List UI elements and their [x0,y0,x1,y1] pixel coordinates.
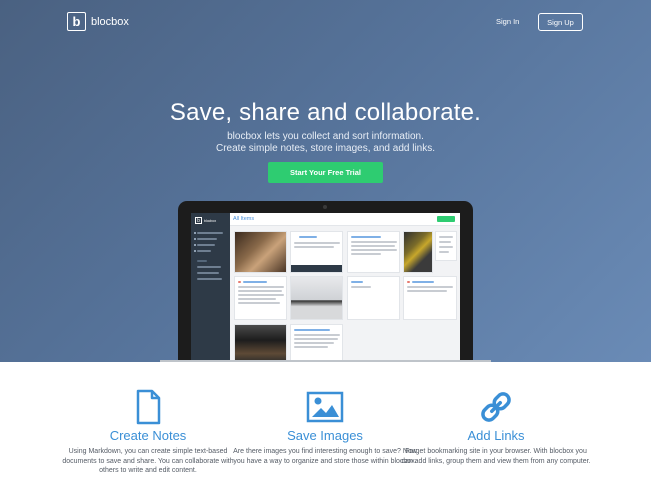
mockup-sidebar-dot [194,244,196,246]
mockup-new-button [437,216,455,222]
mockup-note-line [294,246,334,248]
laptop-base [160,360,491,362]
mockup-note-line [238,290,282,292]
mockup-note-title [294,329,330,331]
mockup-note-icon [238,281,241,283]
mockup-note-line [351,245,395,247]
mockup-note-line [294,338,338,340]
feature-create-notes: Create Notes Using Markdown, you can cre… [48,388,248,476]
mockup-note-title [351,236,381,238]
mockup-note-line [351,249,397,251]
mockup-note-line [294,342,334,344]
mockup-image-card [290,276,343,320]
mockup-sidebar-item [197,244,215,246]
mockup-note-card [290,324,343,362]
mockup-sidebar-dot [194,238,196,240]
mockup-note-title [412,281,434,283]
logo[interactable]: b blocbox [67,12,129,31]
mockup-image-card [234,231,287,273]
mockup-note-line [294,346,328,348]
mockup-sidebar-item [197,232,223,234]
app-screenshot: b blocbox All Items [191,213,460,362]
mockup-sidebar-item [197,272,219,274]
hero-headline: Save, share and collaborate. [169,99,482,126]
document-icon [136,389,161,425]
hero-section: b blocbox Sign In Sign Up Save, share an… [0,0,651,362]
mockup-note-card [290,231,343,273]
mockup-note-line [294,334,340,336]
mockup-menu-line [439,251,449,253]
hero-subtitle-line-2: Create simple notes, store images, and a… [216,143,435,154]
mockup-note-line [238,286,284,288]
free-trial-button[interactable]: Start Your Free Trial [268,162,383,183]
mockup-note-card [403,276,457,320]
mockup-sidebar-item [197,238,217,240]
mockup-note-card [347,231,400,273]
camera-dot [323,205,327,209]
mockup-note-line [294,242,340,244]
mockup-note-line [238,294,284,296]
mockup-logo: b blocbox [195,217,216,224]
mockup-title: All Items [233,216,255,222]
mockup-sidebar: b blocbox [191,213,230,362]
mockup-note-line [351,286,371,288]
mockup-sidebar-item [197,250,211,252]
feature-add-links: Add Links Forget bookmarking site in you… [396,388,596,466]
mockup-filter-menu [435,231,457,261]
mockup-note-line [351,253,381,255]
mockup-logo-text: blocbox [204,218,217,223]
feature-title: Add Links [467,428,525,443]
mockup-topbar [230,213,460,226]
mockup-sidebar-dot [194,232,196,234]
mockup-logo-mark: b [195,217,202,224]
image-icon [306,391,344,423]
mockup-sidebar-dot [194,250,196,252]
logo-text: blocbox [91,15,129,28]
sign-up-button[interactable]: Sign Up [538,13,583,31]
mockup-note-title [243,281,267,283]
hero-subtitle: blocbox lets you collect and sort inform… [0,131,651,155]
feature-title: Create Notes [109,428,187,443]
feature-description: Are there images you find interesting en… [233,448,417,465]
mockup-menu-line [439,236,453,238]
feature-save-images: Save Images Are there images you find in… [225,388,425,466]
hero-subtitle-line-1: blocbox lets you collect and sort inform… [227,131,424,142]
laptop-mockup: b blocbox All Items [178,201,473,362]
mockup-card-toolbar [291,265,342,272]
logo-mark: b [67,12,86,31]
mockup-note-icon [407,281,410,283]
mockup-sidebar-item [197,266,221,268]
mockup-sidebar-item [197,278,222,280]
mockup-note-line [238,298,276,300]
feature-description: Forget bookmarking site in your browser.… [401,448,591,465]
mockup-note-card [347,276,400,320]
sign-in-link[interactable]: Sign In [496,17,519,26]
mockup-note-line [351,241,397,243]
feature-title: Save Images [287,428,363,443]
mockup-note-title [351,281,363,283]
mockup-menu-line [439,241,451,243]
mockup-note-line [238,302,280,304]
mockup-note-card [234,276,287,320]
mockup-note-title [299,236,317,238]
feature-description: Using Markdown, you can create simple te… [62,448,234,474]
mockup-note-line [407,286,453,288]
mockup-image-card [234,324,287,362]
link-icon [481,392,511,422]
mockup-image-card [403,231,433,273]
mockup-note-line [407,290,447,292]
mockup-menu-line [439,246,453,248]
mockup-sidebar-heading [197,260,207,262]
